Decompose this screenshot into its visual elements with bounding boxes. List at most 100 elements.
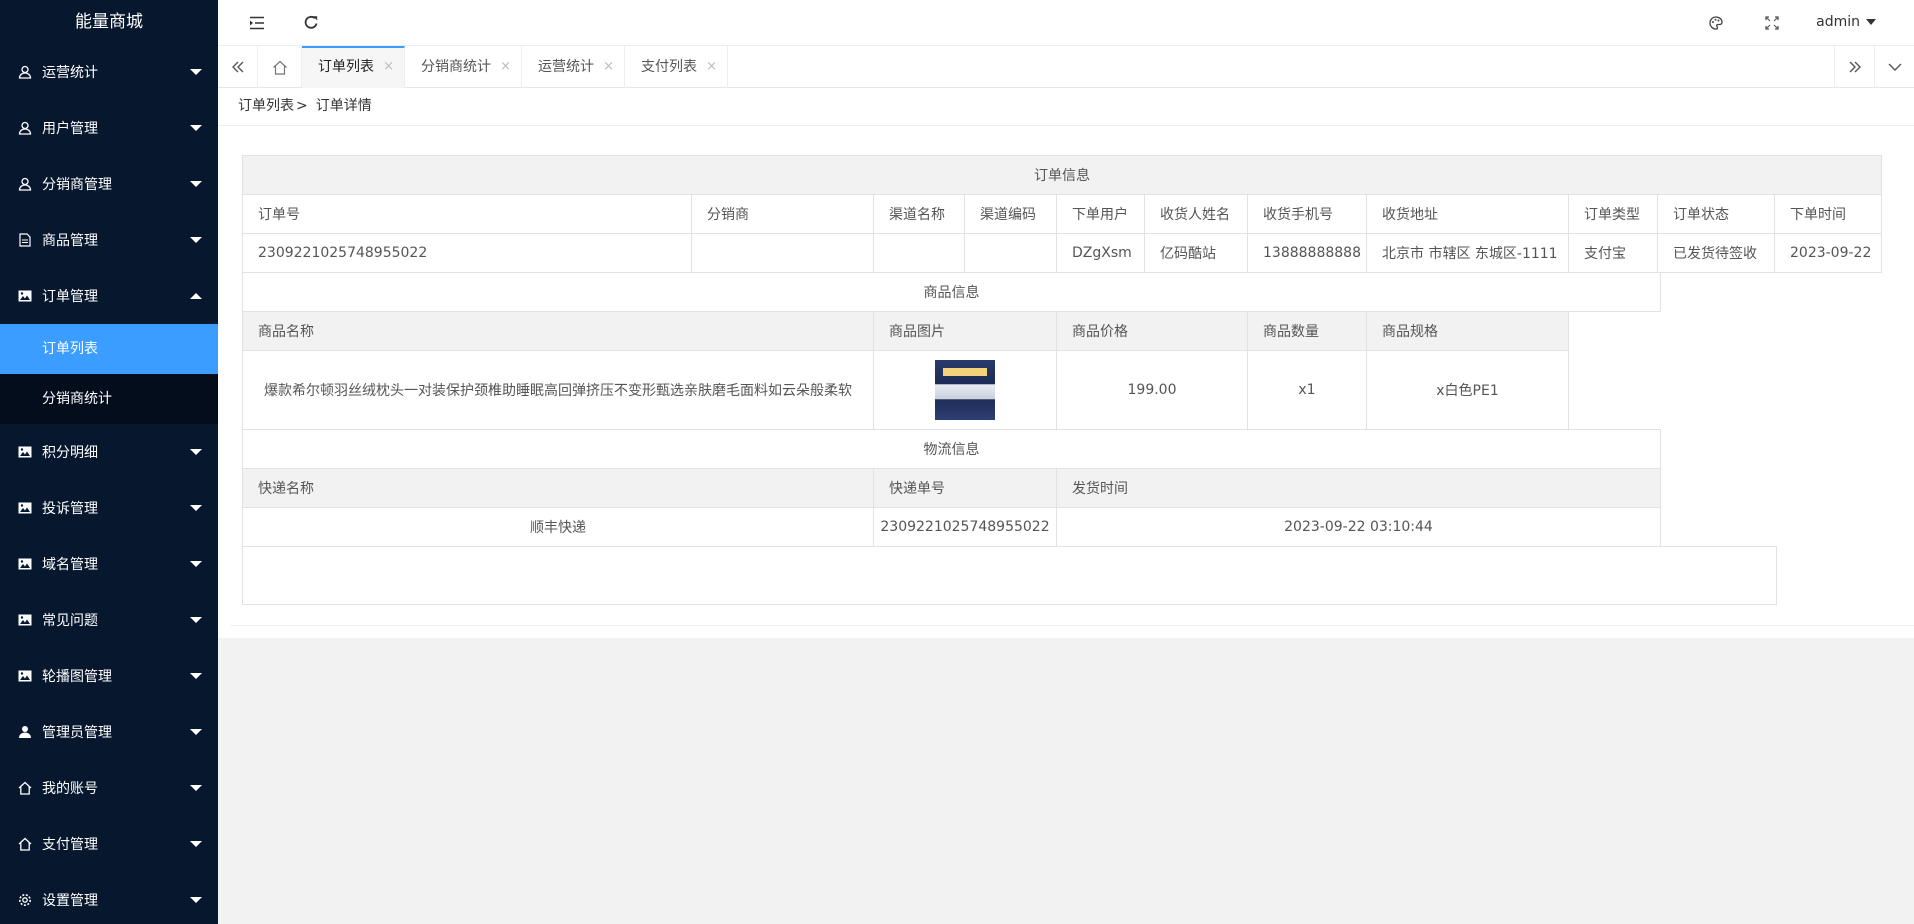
caret-down-icon [190, 897, 202, 903]
sidebar-item-label: 管理员管理 [42, 725, 112, 741]
order-header-cell: 收货手机号 [1247, 194, 1367, 234]
breadcrumb-parent[interactable]: 订单列表 [238, 98, 294, 114]
tabs-dropdown-icon[interactable] [1874, 46, 1914, 88]
sidebar-item-label: 投诉管理 [42, 501, 98, 517]
breadcrumb-separator: > [296, 98, 308, 114]
user-icon [18, 177, 32, 191]
close-icon[interactable]: × [500, 46, 511, 88]
sidebar-item-my-account[interactable]: 我的账号 [0, 760, 218, 816]
order-number: 2309221025748955022 [242, 233, 692, 273]
caret-down-icon [190, 237, 202, 243]
tracking-number: 2309221025748955022 [873, 507, 1057, 547]
order-receiver-name: 亿码酷站 [1144, 233, 1248, 273]
image-icon [18, 557, 32, 571]
sidebar-subitem-distributor-stats[interactable]: 分销商统计 [0, 374, 218, 424]
product-banner-graphic [943, 368, 987, 376]
order-header-cell: 分销商 [691, 194, 874, 234]
close-icon[interactable]: × [383, 48, 394, 86]
sidebar-item-admin-management[interactable]: 管理员管理 [0, 704, 218, 760]
order-header-cell: 下单用户 [1056, 194, 1145, 234]
tab-label: 运营统计 [538, 59, 594, 75]
username: admin [1816, 14, 1860, 30]
tab-label: 订单列表 [318, 59, 374, 75]
refresh-icon[interactable] [300, 12, 322, 34]
sidebar-item-payment-management[interactable]: 支付管理 [0, 816, 218, 872]
order-distributor [691, 233, 874, 273]
palette-icon[interactable] [1705, 12, 1727, 34]
order-channel-code [964, 233, 1057, 273]
caret-down-icon [190, 785, 202, 791]
home-tab-icon[interactable] [258, 46, 302, 88]
tabs-right-controls [1834, 46, 1914, 88]
caret-up-icon [190, 293, 202, 299]
sidebar-subitem-order-list[interactable]: 订单列表 [0, 324, 218, 374]
sidebar-item-label: 域名管理 [42, 557, 98, 573]
sidebar-item-label: 运营统计 [42, 65, 98, 81]
home-icon [18, 781, 32, 795]
sidebar-item-complaint-management[interactable]: 投诉管理 [0, 480, 218, 536]
caret-down-icon [190, 181, 202, 187]
caret-down-icon [190, 125, 202, 131]
order-detail-panel: 订单信息 订单号 分销商 渠道名称 渠道编码 下单用户 收货人姓名 收货手机号 … [230, 126, 1914, 626]
tab-operations-stats[interactable]: 运营统计 × [522, 46, 625, 88]
caret-down-icon [1866, 19, 1876, 25]
goods-quantity: x1 [1247, 350, 1367, 430]
logistics-header-cell: 发货时间 [1056, 468, 1661, 508]
goods-header-cell: 商品图片 [873, 311, 1057, 351]
sidebar-item-order-management[interactable]: 订单管理 [0, 268, 218, 324]
caret-down-icon [190, 449, 202, 455]
ship-time: 2023-09-22 03:10:44 [1056, 507, 1661, 547]
sidebar-item-operations-stats[interactable]: 运营统计 [0, 44, 218, 100]
tab-distributor-stats[interactable]: 分销商统计 × [405, 46, 522, 88]
app-title: 能量商城 [75, 12, 143, 32]
caret-down-icon [190, 729, 202, 735]
tab-payment-list[interactable]: 支付列表 × [625, 46, 728, 88]
sidebar-item-distributor-management[interactable]: 分销商管理 [0, 156, 218, 212]
tab-order-list[interactable]: 订单列表 × [302, 46, 405, 88]
fullscreen-icon[interactable] [1761, 12, 1783, 34]
sidebar-item-product-management[interactable]: 商品管理 [0, 212, 218, 268]
order-header-cell: 渠道名称 [873, 194, 965, 234]
goods-header-cell: 商品数量 [1247, 311, 1367, 351]
tabs-scroll-right-icon[interactable] [1834, 46, 1874, 88]
sidebar-item-label: 订单管理 [42, 289, 98, 305]
sidebar-item-domain-management[interactable]: 域名管理 [0, 536, 218, 592]
caret-down-icon [190, 69, 202, 75]
tabs-scroll-left-icon[interactable] [218, 46, 258, 88]
tabs-bar: 订单列表 × 分销商统计 × 运营统计 × 支付列表 × [218, 46, 1914, 88]
close-icon[interactable]: × [706, 46, 717, 88]
tab-label: 分销商统计 [421, 59, 491, 75]
order-header-cell: 订单号 [242, 194, 692, 234]
sidebar-item-label: 轮播图管理 [42, 669, 112, 685]
order-submenu: 订单列表 分销商统计 [0, 324, 218, 424]
logistics-header-cell: 快递名称 [242, 468, 874, 508]
sidebar-item-points-detail[interactable]: 积分明细 [0, 424, 218, 480]
logistics-header-cell: 快递单号 [873, 468, 1057, 508]
order-header-cell: 订单类型 [1568, 194, 1658, 234]
order-header-cell: 收货人姓名 [1144, 194, 1248, 234]
goods-header-cell: 商品名称 [242, 311, 874, 351]
pillow-product-image[interactable] [935, 360, 995, 420]
image-icon [18, 289, 32, 303]
order-channel-name [873, 233, 965, 273]
close-icon[interactable]: × [603, 46, 614, 88]
caret-down-icon [190, 561, 202, 567]
caret-down-icon [190, 617, 202, 623]
sidebar-item-faq[interactable]: 常见问题 [0, 592, 218, 648]
menu-fold-icon[interactable] [246, 12, 268, 34]
sidebar-item-user-management[interactable]: 用户管理 [0, 100, 218, 156]
logistics-section-title: 物流信息 [242, 429, 1661, 469]
caret-down-icon [190, 505, 202, 511]
sidebar-item-carousel-management[interactable]: 轮播图管理 [0, 648, 218, 704]
sidebar-item-settings-management[interactable]: 设置管理 [0, 872, 218, 924]
tab-label: 支付列表 [641, 59, 697, 75]
main-content: 订单列表 > 订单详情 订单信息 订单号 分销商 渠道名称 渠道编码 下单用户 收货… [218, 88, 1914, 638]
sidebar-item-label: 我的账号 [42, 781, 98, 797]
gear-icon [18, 893, 32, 907]
breadcrumb-current: 订单详情 [315, 98, 372, 114]
breadcrumb: 订单列表 > 订单详情 [218, 88, 1914, 126]
user-menu[interactable]: admin [1816, 14, 1876, 30]
order-header-cell: 收货地址 [1366, 194, 1569, 234]
order-receiver-address: 北京市 市辖区 东城区-1111 [1366, 233, 1569, 273]
image-icon [18, 501, 32, 515]
